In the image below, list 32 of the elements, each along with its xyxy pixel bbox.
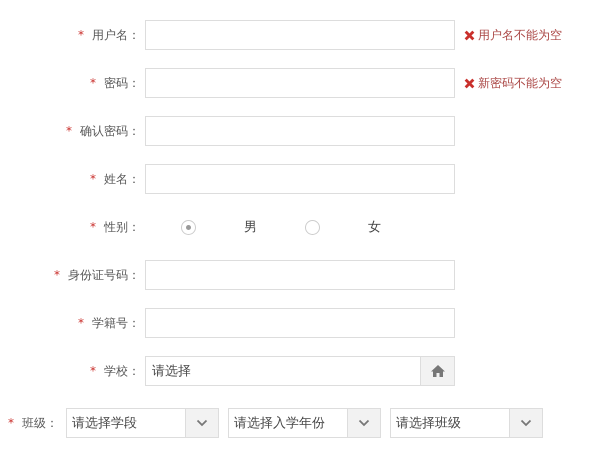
error-icon xyxy=(464,78,475,88)
field-label: 性别： xyxy=(104,218,140,236)
required-asterisk: * xyxy=(78,28,84,42)
error-icon xyxy=(464,30,475,40)
field-label: 学校： xyxy=(104,362,140,380)
required-asterisk: * xyxy=(90,76,96,90)
required-asterisk: * xyxy=(8,416,14,430)
field-label: 密码： xyxy=(104,74,140,92)
radio-button[interactable] xyxy=(181,220,196,234)
field-label: 身份证号码： xyxy=(68,266,140,284)
field-label: 学籍号： xyxy=(92,314,140,332)
field-label: 用户名： xyxy=(92,26,140,44)
input-field[interactable] xyxy=(145,20,455,50)
radio-label: 女 xyxy=(368,219,381,236)
field-label: 姓名： xyxy=(104,170,140,188)
input-field[interactable] xyxy=(145,308,455,338)
field-label: 班级： xyxy=(22,414,58,432)
required-asterisk: * xyxy=(78,316,84,330)
required-asterisk: * xyxy=(90,364,96,378)
required-asterisk: * xyxy=(66,124,72,138)
field-label: 确认密码： xyxy=(80,122,140,140)
error-message: 用户名不能为空 xyxy=(478,26,562,44)
input-field[interactable] xyxy=(145,116,455,146)
radio-button[interactable] xyxy=(305,220,320,234)
input-field[interactable] xyxy=(145,68,455,98)
required-asterisk: * xyxy=(90,172,96,186)
radio-label: 男 xyxy=(244,219,257,236)
error-message: 新密码不能为空 xyxy=(478,74,562,92)
input-field[interactable] xyxy=(145,260,455,290)
input-field[interactable] xyxy=(145,164,455,194)
required-asterisk: * xyxy=(90,220,96,234)
required-asterisk: * xyxy=(54,268,60,282)
